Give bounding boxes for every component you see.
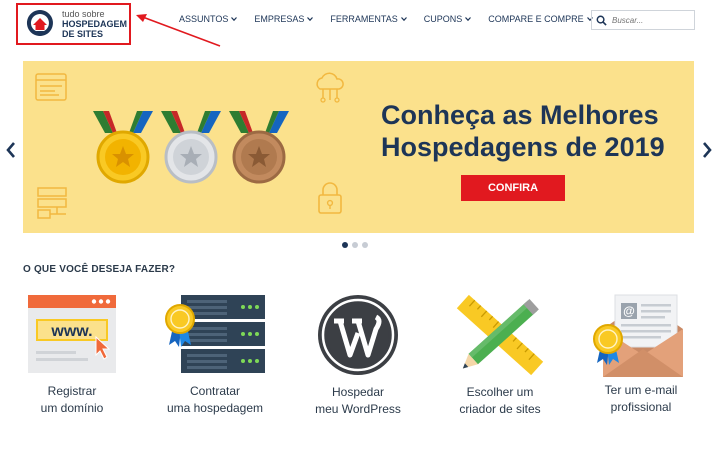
carousel-dot-2[interactable] xyxy=(352,242,358,248)
logo-line1: tudo sobre xyxy=(62,9,105,19)
nav-item-empresas[interactable]: EMPRESAS xyxy=(254,14,314,24)
card-email-profissional[interactable]: @ Ter um e-mail profissional xyxy=(586,293,696,416)
card-registrar-dominio[interactable]: www. Registrar um domínio xyxy=(17,293,127,417)
silver-medal-icon xyxy=(161,111,221,184)
wordpress-icon xyxy=(318,295,398,375)
card-label-line1: Escolher um xyxy=(466,385,534,399)
site-header: tudo sobre HOSPEDAGEM DE SITES ASSUNTOS … xyxy=(0,0,728,47)
gold-medal-icon xyxy=(93,111,153,184)
nav-item-cupons[interactable]: CUPONS xyxy=(424,14,472,24)
carousel-next-arrow-icon[interactable] xyxy=(700,140,714,160)
nav-item-compare-e-compre[interactable]: COMPARE E COMPRE xyxy=(488,14,593,24)
chevron-down-icon xyxy=(400,17,407,22)
card-label-line1: Ter um e-mail xyxy=(604,383,678,397)
svg-text:@: @ xyxy=(623,304,635,318)
card-label-line2: meu WordPress xyxy=(315,402,401,416)
banner-title: Conheça as Melhores Hospedagens de 2019 xyxy=(381,100,665,162)
card-escolher-criador[interactable]: Escolher um criador de sites xyxy=(445,293,555,418)
card-label-line1: Registrar xyxy=(47,384,97,398)
browser-www-outline-icon xyxy=(35,73,67,101)
nav-item-ferramentas[interactable]: FERRAMENTAS xyxy=(330,14,407,24)
chevron-down-icon xyxy=(307,17,314,22)
www-browser-icon: www. xyxy=(28,295,116,373)
card-contratar-hospedagem[interactable]: Contratar uma hospedagem xyxy=(160,293,270,417)
ruler-pencil-icon xyxy=(456,294,544,376)
chevron-down-icon xyxy=(231,17,238,22)
logo-line3: DE SITES xyxy=(62,29,104,39)
card-hospedar-wordpress[interactable]: Hospedar meu WordPress xyxy=(303,293,413,418)
search-input[interactable] xyxy=(612,15,692,25)
carousel-dots xyxy=(342,242,368,248)
card-label-line2: uma hospedagem xyxy=(166,401,264,415)
card-label-line1: Hospedar xyxy=(331,385,385,399)
card-label-line2: profissional xyxy=(610,400,672,414)
confira-button[interactable]: CONFIRA xyxy=(461,175,565,201)
email-envelope-icon: @ xyxy=(593,294,683,377)
hero-banner[interactable]: Conheça as Melhores Hospedagens de 2019 … xyxy=(23,61,694,233)
card-label-line1: Contratar xyxy=(189,384,241,398)
search-box[interactable] xyxy=(591,10,695,30)
cloud-network-outline-icon xyxy=(316,72,344,103)
svg-text:www.: www. xyxy=(50,323,92,340)
card-label-line2: criador de sites xyxy=(459,402,541,416)
card-label-line2: um domínio xyxy=(40,401,104,415)
sitemap-outline-icon xyxy=(37,187,67,219)
nav-item-assuntos[interactable]: ASSUNTOS xyxy=(179,14,238,24)
site-logo[interactable]: tudo sobre HOSPEDAGEM DE SITES xyxy=(16,3,131,45)
house-pin-logo-icon xyxy=(26,10,53,36)
server-icon xyxy=(165,295,265,373)
chevron-down-icon xyxy=(465,17,472,22)
padlock-outline-icon xyxy=(318,182,342,214)
search-icon[interactable] xyxy=(596,15,607,26)
section-title: O QUE VOCÊ DESEJA FAZER? xyxy=(23,264,176,275)
carousel-dot-3[interactable] xyxy=(362,242,368,248)
medals-illustration xyxy=(93,111,289,184)
logo-line2: HOSPEDAGEM xyxy=(62,19,128,29)
carousel-dot-1[interactable] xyxy=(342,242,348,248)
carousel-prev-arrow-icon[interactable] xyxy=(4,140,18,160)
main-nav: ASSUNTOS EMPRESAS FERRAMENTAS CUPONS COM… xyxy=(179,14,610,24)
bronze-medal-icon xyxy=(229,111,289,184)
